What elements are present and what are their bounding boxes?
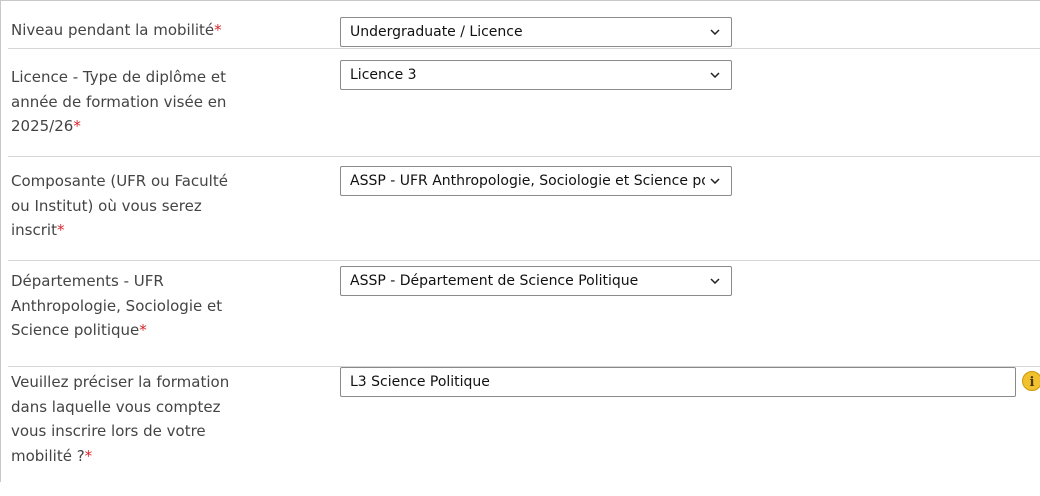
required-marker: *	[85, 447, 93, 465]
svg-text:i: i	[1030, 375, 1035, 390]
departements-label: Départements - UFR Anthropologie, Sociol…	[11, 269, 311, 343]
composante-select-value: ASSP - UFR Anthropologie, Sociologie et …	[350, 167, 705, 195]
composante-select[interactable]: ASSP - UFR Anthropologie, Sociologie et …	[340, 166, 732, 196]
licence-label: Licence - Type de diplôme et année de fo…	[11, 65, 311, 139]
niveau-select[interactable]: Undergraduate / Licence	[340, 17, 732, 47]
required-marker: *	[73, 117, 81, 135]
chevron-down-icon	[710, 178, 720, 184]
required-marker: *	[214, 21, 222, 39]
chevron-down-icon	[710, 278, 720, 284]
chevron-down-icon	[710, 29, 720, 35]
formation-input[interactable]: L3 Science Politique	[340, 367, 1016, 397]
formation-label: Veuillez préciser la formation dans laqu…	[11, 370, 311, 468]
departements-select[interactable]: ASSP - Département de Science Politique	[340, 266, 732, 296]
info-icon[interactable]: i	[1022, 371, 1040, 391]
niveau-label: Niveau pendant la mobilité*	[11, 18, 311, 43]
required-marker: *	[57, 221, 65, 239]
required-marker: *	[139, 321, 147, 339]
licence-select-value: Licence 3	[350, 61, 705, 89]
licence-select[interactable]: Licence 3	[340, 60, 732, 90]
formation-input-value: L3 Science Politique	[350, 368, 490, 396]
niveau-select-value: Undergraduate / Licence	[350, 18, 705, 46]
chevron-down-icon	[710, 72, 720, 78]
departements-select-value: ASSP - Département de Science Politique	[350, 267, 705, 295]
composante-label: Composante (UFR ou Faculté ou Institut) …	[11, 169, 311, 243]
